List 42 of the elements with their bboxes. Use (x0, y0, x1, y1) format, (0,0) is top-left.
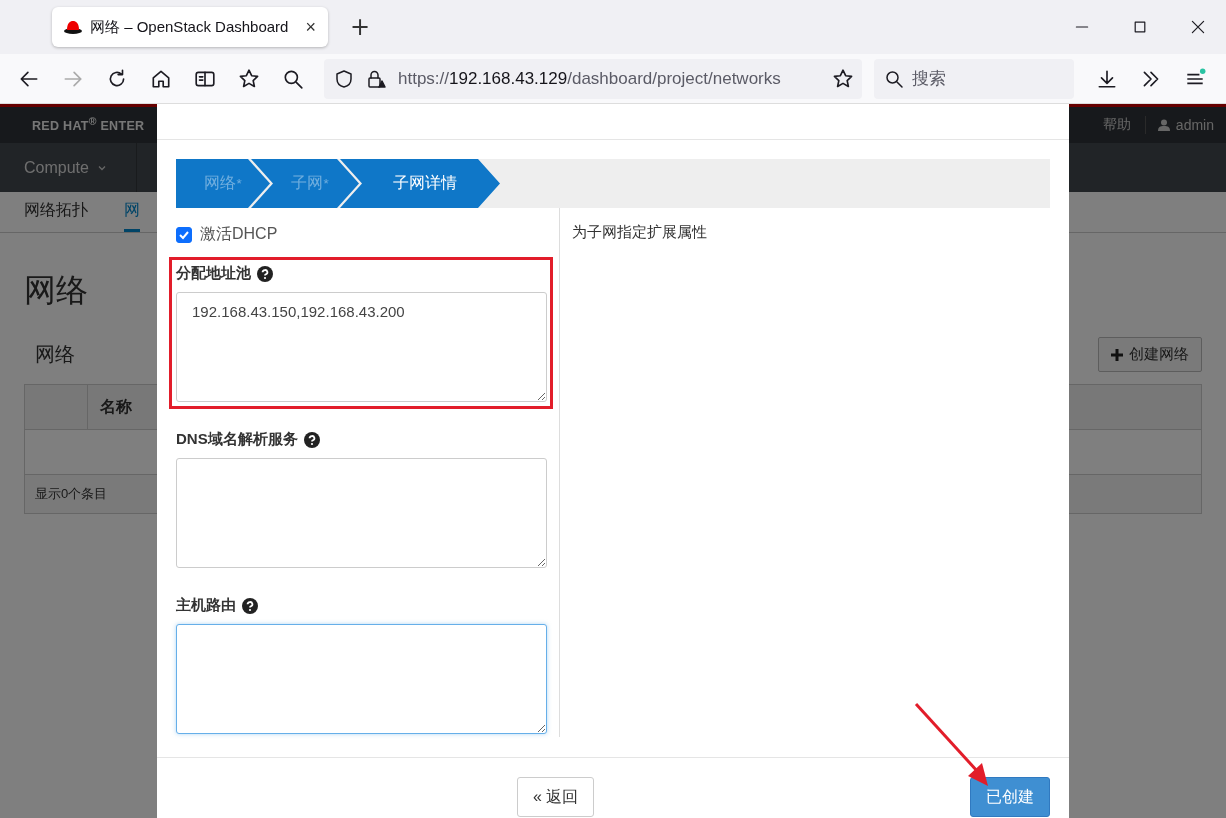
create-button[interactable]: 已创建 (970, 777, 1050, 817)
wizard-step[interactable]: 子网详情 (340, 159, 500, 208)
create-network-button[interactable]: 创建网络 (1098, 337, 1202, 372)
help-icon (257, 265, 273, 282)
user-icon (1157, 119, 1170, 131)
user-menu[interactable]: admin (1145, 117, 1214, 133)
field-label: 主机路由 (176, 596, 236, 615)
section-title: 网络 (35, 342, 75, 367)
sub-tab[interactable]: 网络拓扑 (24, 192, 88, 232)
back-button[interactable]: « 返回 (517, 777, 595, 817)
dhcp-checkbox[interactable] (176, 226, 192, 243)
checkbox-label: 激活DHCP (200, 224, 278, 244)
brand-logo-text: RED HAT$^{®}$ ENTER (32, 116, 145, 134)
close-icon[interactable] (1190, 19, 1206, 35)
shield-icon[interactable] (334, 68, 354, 89)
search-icon[interactable] (884, 68, 904, 89)
close-tab-button[interactable]: × (305, 16, 316, 38)
maximize-icon[interactable] (1132, 19, 1148, 35)
item-count: 显示0个条目 (35, 485, 108, 503)
address-bar[interactable]: https://192.168.43.129/dashboard/project/networks (324, 58, 862, 99)
text-area[interactable]: 192.168.43.150,192.168.43.200 (176, 292, 547, 402)
nav-menu[interactable]: Compute (0, 143, 137, 192)
plus-icon (1111, 348, 1123, 361)
field-label: DNS域名解析服务 (176, 430, 298, 449)
column-header: 名称 (87, 384, 132, 430)
url-text: https://192.168.43.129/dashboard/project/networks (398, 68, 782, 89)
search-icon[interactable] (282, 67, 304, 90)
lock-icon[interactable] (366, 68, 386, 89)
page-title: 网络 (24, 271, 88, 310)
tab-title: 网络 – OpenStack Dashboard (90, 17, 290, 37)
search-field[interactable]: 搜索 (874, 58, 1074, 99)
bookmark-star-icon[interactable] (832, 67, 854, 90)
help-icon (242, 597, 258, 614)
hat-icon (64, 19, 82, 35)
browser-tab[interactable]: 网络 – OpenStack Dashboard × (52, 7, 328, 47)
help-icon (303, 431, 320, 448)
sub-tab[interactable]: 网 (124, 192, 140, 232)
field-label: 分配地址池 (176, 264, 251, 283)
help-text: 为子网指定扩展属性 (572, 223, 707, 240)
new-tab-button[interactable]: + (344, 12, 377, 42)
help-link[interactable]: 帮助 (1088, 116, 1146, 134)
star-icon[interactable] (238, 67, 260, 90)
